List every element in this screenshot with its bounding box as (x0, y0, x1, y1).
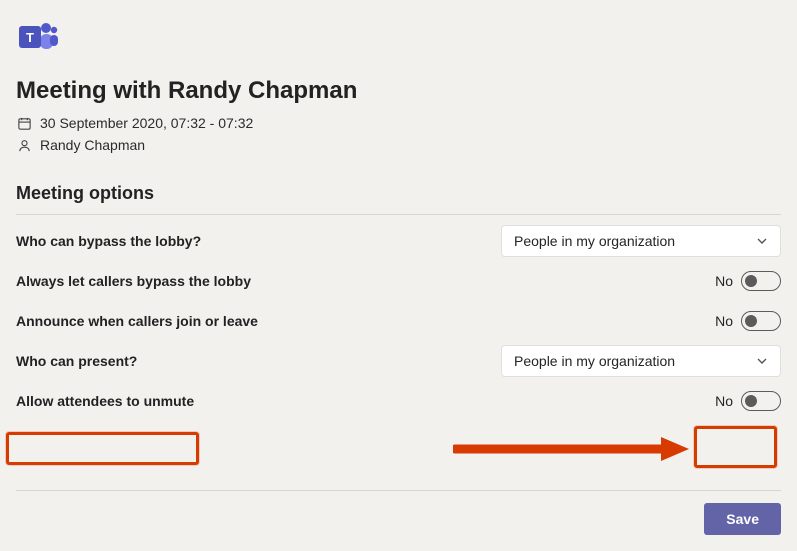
annotation-arrow-icon (453, 435, 691, 463)
divider (16, 490, 781, 491)
select-bypass-lobby-value: People in my organization (514, 233, 675, 249)
person-icon (16, 137, 32, 153)
select-bypass-lobby[interactable]: People in my organization (501, 225, 781, 257)
option-row-announce: Announce when callers join or leave No (16, 301, 781, 341)
label-callers-bypass: Always let callers bypass the lobby (16, 273, 251, 289)
toggle-unmute[interactable] (741, 391, 781, 411)
toggle-callers-bypass[interactable] (741, 271, 781, 291)
chevron-down-icon (756, 235, 768, 247)
label-bypass-lobby: Who can bypass the lobby? (16, 233, 201, 249)
teams-logo-icon: T (16, 18, 781, 63)
meeting-organizer: Randy Chapman (40, 137, 145, 153)
toggle-text-unmute: No (715, 393, 733, 409)
divider (16, 214, 781, 215)
label-announce: Announce when callers join or leave (16, 313, 258, 329)
toggle-text-announce: No (715, 313, 733, 329)
select-present[interactable]: People in my organization (501, 345, 781, 377)
option-row-present: Who can present? People in my organizati… (16, 341, 781, 381)
save-button[interactable]: Save (704, 503, 781, 535)
option-row-callers-bypass: Always let callers bypass the lobby No (16, 261, 781, 301)
svg-text:T: T (26, 30, 34, 45)
section-title-options: Meeting options (16, 183, 781, 204)
annotation-highlight-right (694, 426, 777, 468)
label-unmute: Allow attendees to unmute (16, 393, 194, 409)
toggle-text-callers-bypass: No (715, 273, 733, 289)
annotation-highlight-left (6, 432, 199, 465)
option-row-bypass-lobby: Who can bypass the lobby? People in my o… (16, 221, 781, 261)
chevron-down-icon (756, 355, 768, 367)
calendar-icon (16, 115, 32, 131)
label-present: Who can present? (16, 353, 137, 369)
meeting-datetime: 30 September 2020, 07:32 - 07:32 (40, 115, 253, 131)
option-row-unmute: Allow attendees to unmute No (16, 381, 781, 421)
select-present-value: People in my organization (514, 353, 675, 369)
toggle-announce[interactable] (741, 311, 781, 331)
meeting-title: Meeting with Randy Chapman (16, 77, 781, 105)
